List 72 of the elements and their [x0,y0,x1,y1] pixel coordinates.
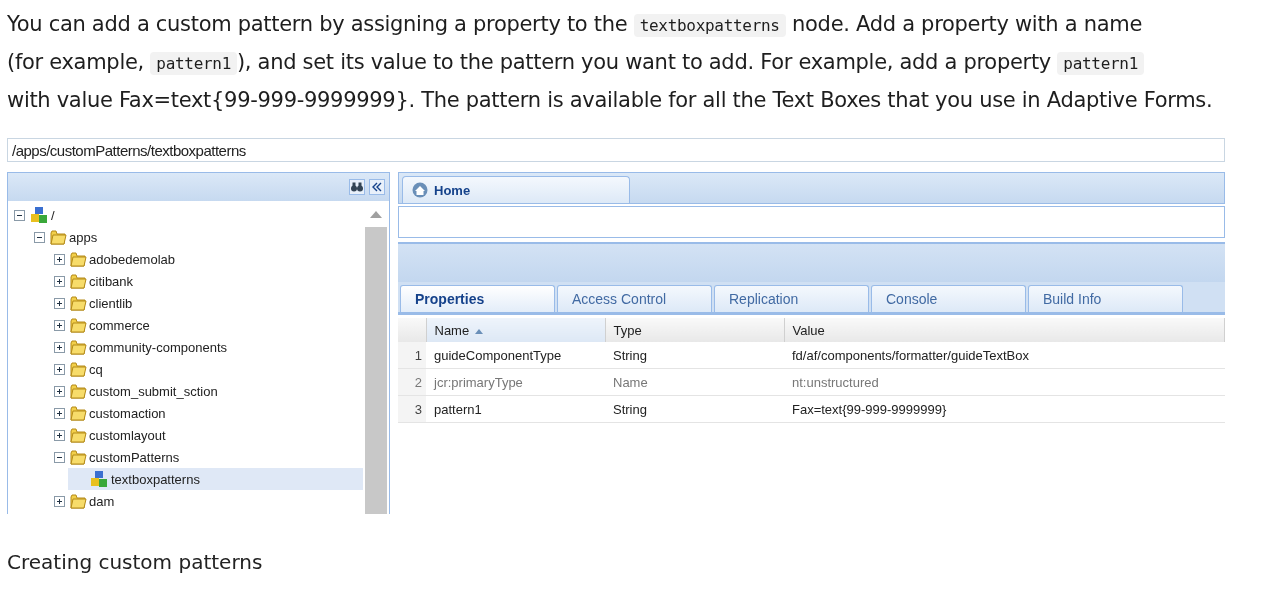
collapse-panel-icon[interactable] [369,179,385,195]
column-header[interactable]: Name [426,318,605,342]
figure-caption: Creating custom patterns [7,550,264,574]
tree-item[interactable]: customPatterns [54,446,363,468]
table-cell: jcr:primaryType [426,368,605,396]
tree-item[interactable]: clientlib [54,292,363,314]
expand-icon[interactable] [54,407,65,419]
expand-icon[interactable] [54,275,65,287]
tree-item[interactable]: customlayout [54,424,363,446]
tree-item[interactable]: / [14,204,363,226]
table-cell: String [605,342,784,369]
cubes-icon [29,206,49,224]
cubes-icon [89,470,109,488]
expand-icon[interactable] [54,319,65,331]
tree-item[interactable]: community-components [54,336,363,358]
row-number: 3 [398,395,426,423]
row-number: 2 [398,368,426,396]
tree-item[interactable]: commerce [54,314,363,336]
home-tab[interactable]: Home [402,176,630,203]
column-header[interactable]: Type [605,318,784,342]
table-cell: String [605,395,784,423]
column-header[interactable]: Value [784,318,1225,342]
folder-icon [69,250,87,268]
collapse-icon[interactable] [54,451,65,463]
folder-icon [69,404,87,422]
intro-paragraph: You can add a custom pattern by assigning a property to the textboxpatterns node. Add a property with a name (for example, pattern1 ), and set its value to the pattern you want to add. For example, add a property pattern1 with value Fax=text{99-999-9999999}. The pattern is available for all the Text Boxes that you use in Adaptive Forms. [6,11,1214,114]
tree-item[interactable]: adobedemolab [54,248,363,270]
expand-icon[interactable] [54,385,65,397]
binoculars-icon[interactable] [349,179,365,195]
table-cell: nt:unstructured [784,368,1225,396]
tree-item[interactable]: citibank [54,270,363,292]
sort-icon [475,328,484,334]
table-cell: guideComponentType [426,342,605,369]
properties-tab[interactable]: Access Control [557,285,712,312]
properties-tab[interactable]: Replication [714,285,869,312]
expand-icon[interactable] [54,253,65,265]
expand-icon[interactable] [54,429,65,441]
folder-icon [69,316,87,334]
scroll-up-icon[interactable] [370,210,382,218]
folder-icon [69,426,87,444]
expand-icon[interactable] [54,363,65,375]
tree-item[interactable]: cq [54,358,363,380]
folder-icon [69,382,87,400]
row-number-header [398,318,426,342]
expand-icon[interactable] [54,341,65,353]
tree-item[interactable]: textboxpatterns [68,468,363,490]
tree-item[interactable]: customaction [54,402,363,424]
tree-item[interactable]: custom_submit_sction [54,380,363,402]
folder-icon [69,338,87,356]
folder-icon [69,360,87,378]
properties-tab[interactable]: Console [871,285,1026,312]
table-cell: fd/af/components/formatter/guideTextBox [784,342,1225,369]
expand-icon[interactable] [54,495,65,507]
path-field[interactable]: /apps/customPatterns/textboxpatterns [7,138,1225,162]
table-cell: Fax=text{99-999-9999999} [784,395,1225,423]
expand-icon[interactable] [54,297,65,309]
table-cell: Name [605,368,784,396]
scrollbar[interactable] [365,201,387,514]
row-number: 1 [398,342,426,369]
tree-item[interactable]: dam [54,490,363,512]
tree-item[interactable]: apps [34,226,363,248]
properties-tab[interactable]: Build Info [1028,285,1183,312]
home-icon [411,182,429,198]
folder-icon [69,448,87,466]
collapse-icon[interactable] [34,231,45,243]
folder-icon [49,228,67,246]
table-cell: pattern1 [426,395,605,423]
folder-icon [69,294,87,312]
folder-icon [69,272,87,290]
folder-icon [69,492,87,510]
properties-tab[interactable]: Properties [400,285,555,312]
collapse-icon[interactable] [14,209,25,221]
